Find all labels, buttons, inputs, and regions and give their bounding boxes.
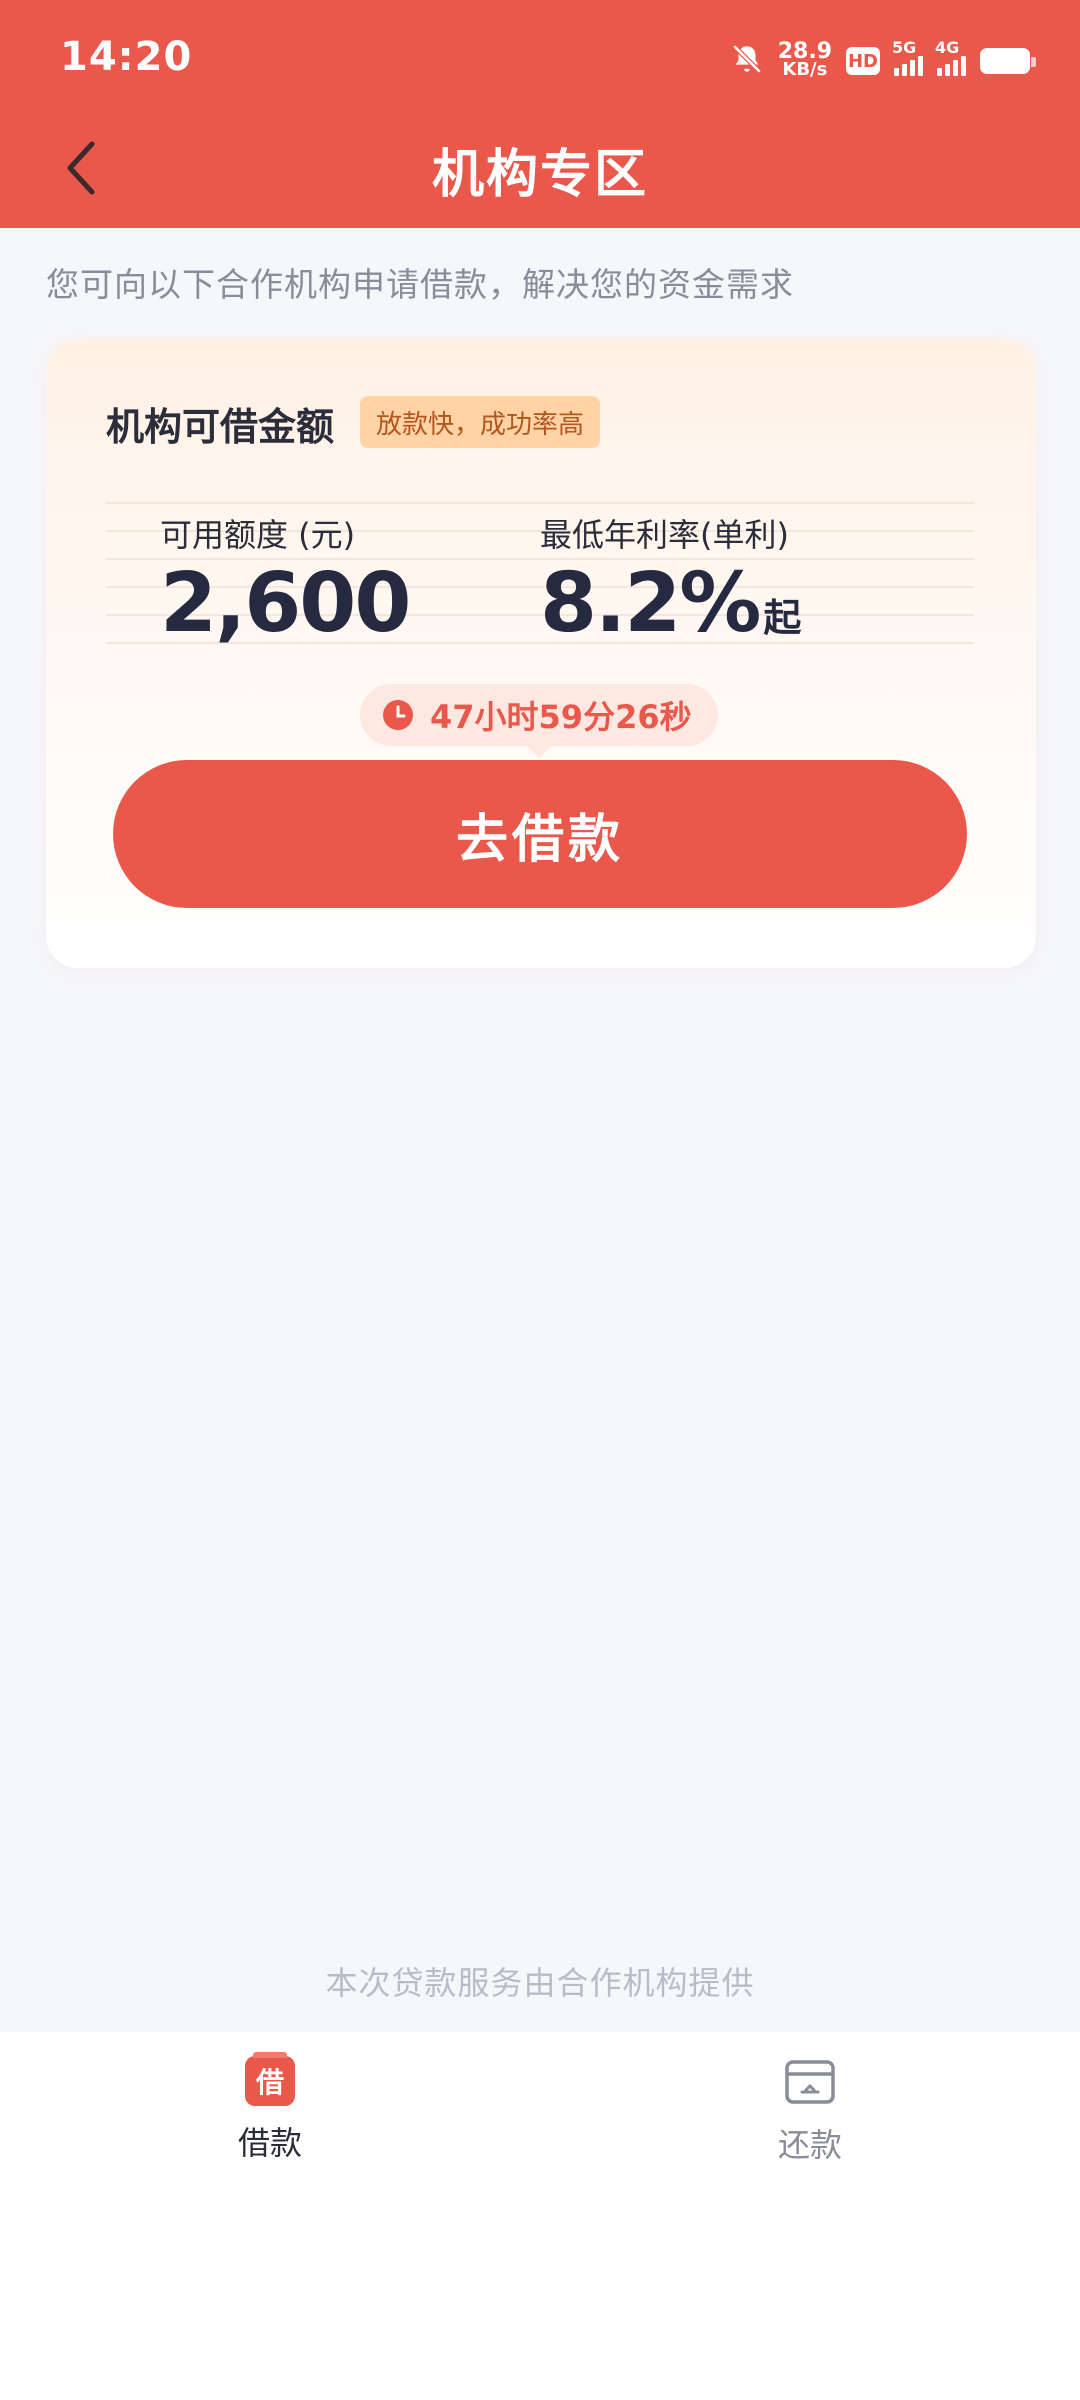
signal-4g-icon: 4G [935, 38, 966, 76]
network-4g-label: 4G [935, 38, 960, 57]
page-title: 机构专区 [431, 145, 648, 205]
net-speed: 28.9 KB/s [778, 41, 832, 80]
status-time: 14:20 [60, 34, 193, 80]
borrow-icon: 借 [245, 2052, 295, 2106]
signal-5g-icon: 5G [892, 38, 923, 76]
clock-icon [383, 700, 413, 730]
countdown-badge: 47小时59分26秒 [360, 684, 718, 758]
page: 14:20 28.9 KB/s HD 5G 4G 机构专区 您可向以下合作机构申… [0, 0, 1080, 2400]
intro-text: 您可向以下合作机构申请借款，解决您的资金需求 [46, 265, 794, 304]
rate-value-row: 8.2% 起 [540, 558, 801, 664]
borrow-button[interactable]: 去借款 [113, 760, 967, 908]
header: 14:20 28.9 KB/s HD 5G 4G 机构专区 [0, 0, 1080, 228]
rate-value: 8.2% [540, 556, 761, 651]
rate-block: 最低年利率(单利) 8.2% 起 [540, 510, 801, 664]
card-tag: 放款快，成功率高 [360, 396, 601, 448]
net-speed-unit: KB/s [782, 59, 828, 80]
amount-value: 2,600 [160, 556, 411, 651]
status-icons: 28.9 KB/s HD 5G 4G [730, 38, 1036, 84]
network-5g-label: 5G [892, 38, 917, 57]
status-bar: 14:20 28.9 KB/s HD 5G 4G [0, 0, 1080, 118]
nav-bar: 机构专区 [0, 118, 1080, 228]
rate-label: 最低年利率(单利) [540, 516, 789, 554]
footer-note: 本次贷款服务由合作机构提供 [325, 1964, 755, 2002]
tab-repay-label: 还款 [777, 2126, 842, 2164]
battery-icon [980, 48, 1036, 74]
tab-repay[interactable]: 还款 [710, 2056, 910, 2166]
institution-card: 机构可借金额 放款快，成功率高 可用额度 (元) 2,600 最低年利率(单利)… [46, 338, 1036, 968]
card-title: 机构可借金额 [106, 405, 335, 449]
amount-block: 可用额度 (元) 2,600 [160, 510, 411, 651]
repay-card-icon [785, 2060, 835, 2104]
mute-bell-icon [730, 42, 764, 80]
hd-icon: HD [846, 47, 880, 75]
countdown-text: 47小时59分26秒 [430, 698, 692, 736]
rate-suffix: 起 [763, 596, 802, 640]
amount-label: 可用额度 (元) [160, 516, 356, 554]
tab-borrow[interactable]: 借 借款 [170, 2052, 370, 2164]
tab-borrow-label: 借款 [237, 2124, 302, 2162]
tab-bar: 借 借款 还款 [0, 2032, 1080, 2400]
